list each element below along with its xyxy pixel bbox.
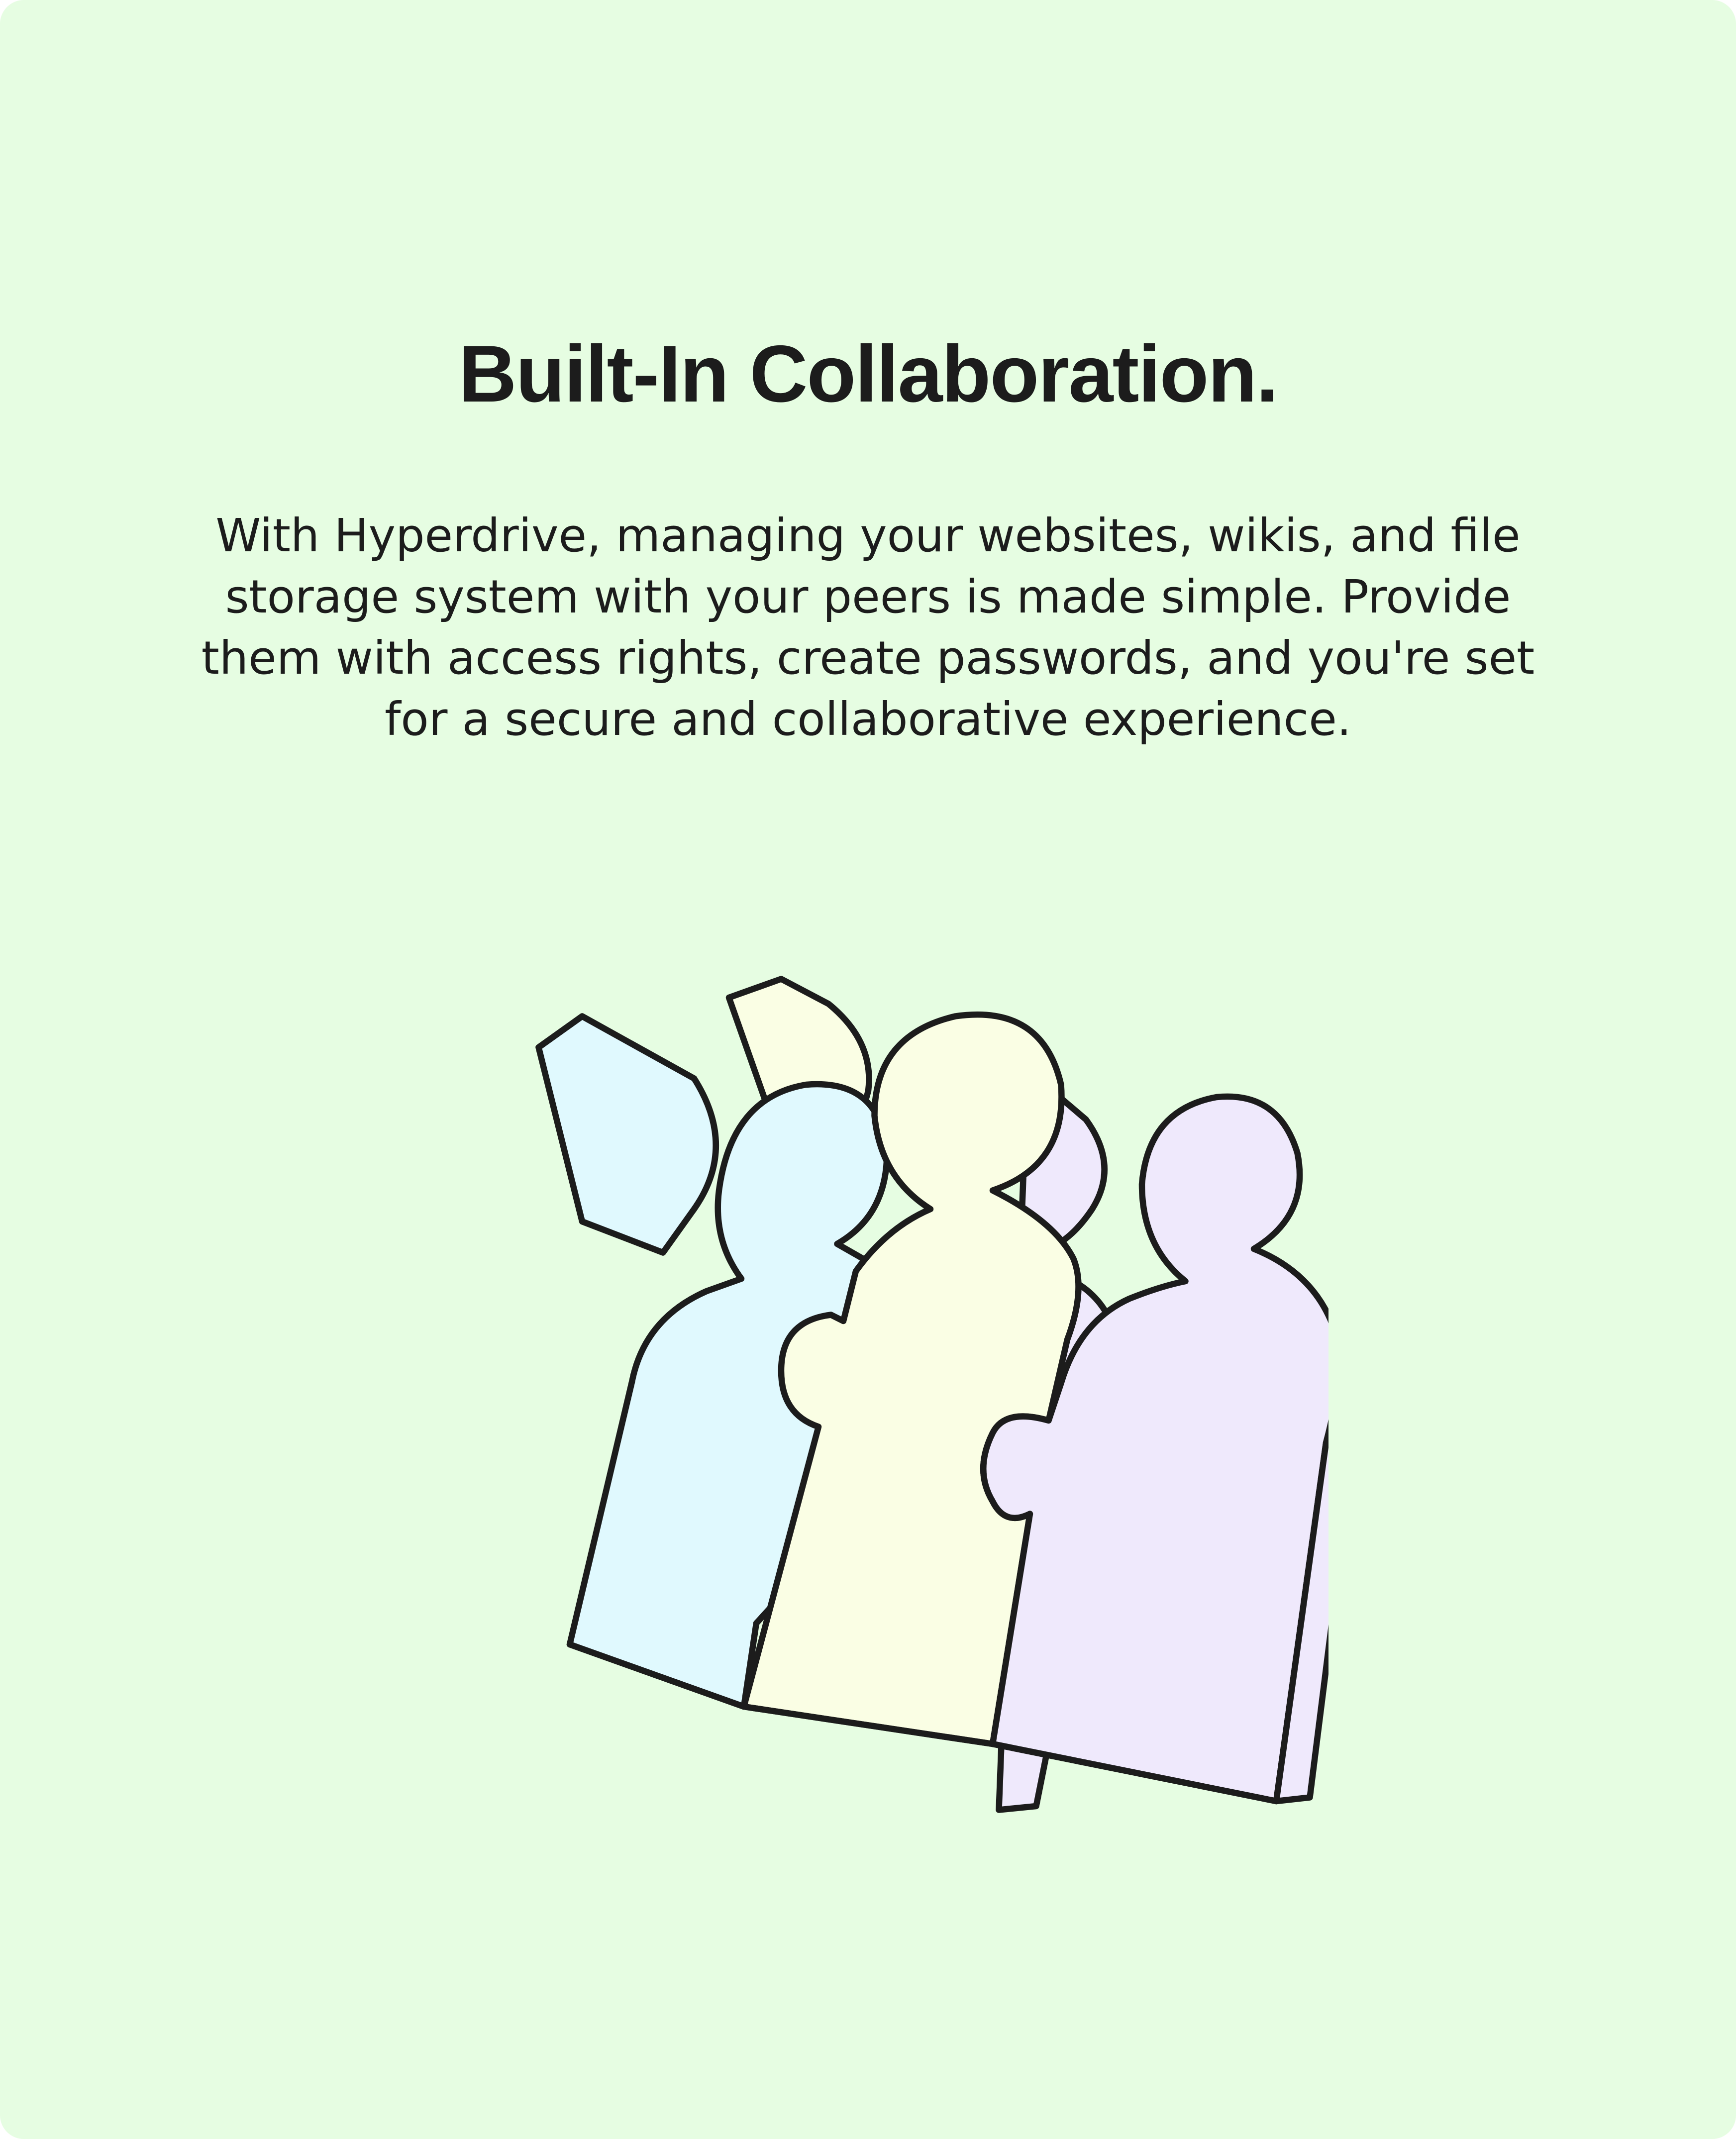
person-left-depth <box>535 1013 719 1256</box>
feature-title: Built-In Collaboration. <box>458 329 1279 419</box>
feature-card: Built-In Collaboration. With Hyperdrive,… <box>0 0 1736 2139</box>
collaboration-people-puzzle-icon <box>408 960 1328 1816</box>
feature-description: With Hyperdrive, managing your websites,… <box>201 509 1535 746</box>
